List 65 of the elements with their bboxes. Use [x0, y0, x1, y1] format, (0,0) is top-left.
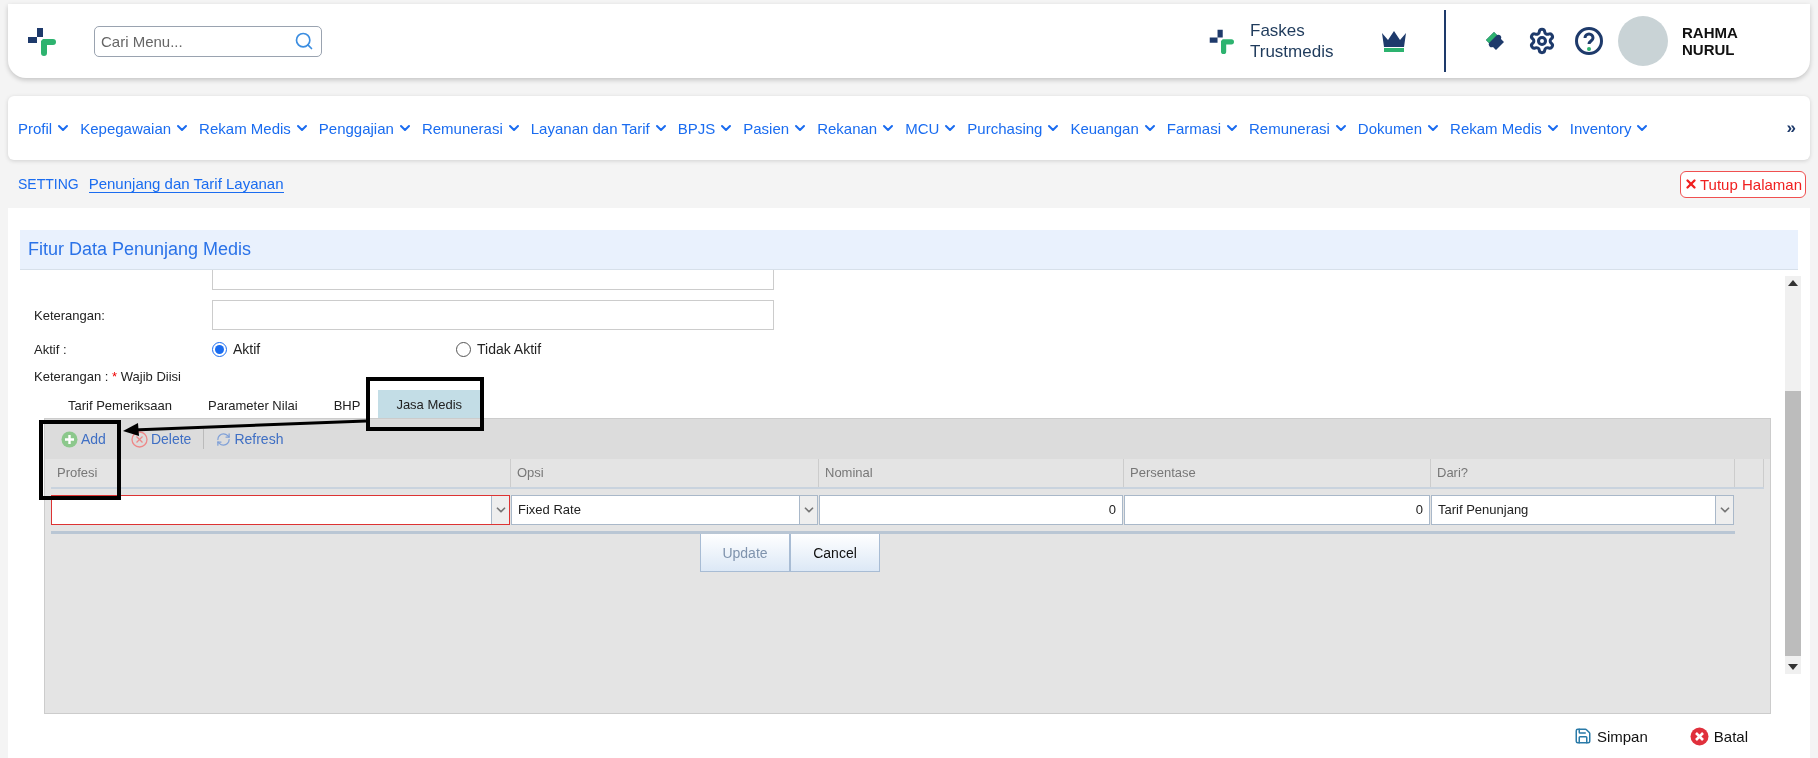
scrollbar[interactable]	[1785, 276, 1801, 674]
footer-button[interactable]: Simpan	[1567, 726, 1654, 746]
nav-menu-item[interactable]: Dokumen	[1357, 119, 1442, 137]
nav-menu-item[interactable]: Pasien	[743, 119, 809, 137]
nav-menu-item[interactable]: MCU	[905, 119, 959, 137]
column-header: Dari?	[1431, 459, 1735, 487]
nav-menu-item[interactable]: Profil	[18, 119, 72, 137]
column-header: Profesi	[51, 459, 511, 487]
combo-field[interactable]: Tarif Penunjang	[1431, 495, 1734, 525]
nav-menu-item[interactable]: Rekam Medis	[199, 119, 310, 137]
facility-logo-icon	[1208, 28, 1234, 54]
tab[interactable]: Jasa Medis	[378, 390, 481, 418]
nav-menu-item[interactable]: Rekam Medis	[1450, 119, 1561, 137]
toolbar-button[interactable]: Add	[57, 428, 110, 450]
logo-icon	[26, 26, 56, 56]
radio-option[interactable]: Aktif	[212, 341, 456, 357]
scroll-down-icon[interactable]	[1788, 664, 1798, 670]
refresh-icon	[216, 431, 232, 447]
nav-menu-item[interactable]: Rekanan	[817, 119, 897, 137]
radio-option[interactable]: Tidak Aktif	[456, 341, 700, 357]
nav-menu-item[interactable]: BPJS	[677, 119, 735, 137]
nav-menu-item[interactable]: Keuangan	[1070, 119, 1158, 137]
column-header: Opsi	[511, 459, 819, 487]
number-field[interactable]: 0	[1124, 495, 1430, 525]
close-page-button[interactable]: Tutup Halaman	[1680, 170, 1806, 198]
number-field[interactable]: 0	[819, 495, 1123, 525]
facility-name: Faskes Trustmedis	[1250, 20, 1335, 62]
nav-menu-item[interactable]: Inventory	[1569, 119, 1651, 137]
nav-menu-item[interactable]: Penggajian	[318, 119, 413, 137]
more-menu-link[interactable]: »	[1786, 118, 1796, 138]
panel-title: Fitur Data Penunjang Medis	[20, 230, 1798, 270]
description-field[interactable]	[212, 300, 774, 330]
cancel-icon	[1689, 726, 1709, 746]
tab[interactable]: Parameter Nilai	[190, 392, 316, 418]
help-icon[interactable]	[1574, 26, 1604, 56]
field-label: Keterangan:	[34, 307, 106, 323]
combo-field[interactable]: Fixed Rate	[511, 495, 818, 525]
tab[interactable]: BHP	[315, 392, 379, 418]
nav-menu-item[interactable]: Farmasi	[1166, 119, 1240, 137]
tab[interactable]: Tarif Pemeriksaan	[50, 392, 191, 418]
breadcrumb-link[interactable]: Penunjang dan Tarif Layanan	[88, 175, 284, 193]
combo-field[interactable]	[51, 495, 510, 525]
plus-icon	[61, 430, 78, 448]
breadcrumb-section: SETTING	[18, 176, 79, 192]
search-icon[interactable]	[294, 30, 314, 51]
nav-menu-item[interactable]: Remunerasi	[1249, 119, 1349, 137]
footer-button[interactable]: Batal	[1683, 725, 1754, 747]
close-icon	[1684, 177, 1698, 191]
search-field[interactable]: Cari Menu...	[94, 25, 322, 57]
save-icon	[1573, 727, 1592, 745]
column-header: Nominal	[819, 459, 1124, 487]
crown-icon[interactable]	[1380, 29, 1408, 53]
row-editor-button[interactable]: Cancel	[790, 534, 880, 572]
settings-icon[interactable]	[1528, 27, 1556, 55]
nav-menu-item[interactable]: Purchasing	[967, 119, 1062, 137]
required-note: Keterangan : * Wajib Diisi	[34, 368, 181, 384]
nav-menu-item[interactable]: Kepegawaian	[80, 119, 191, 137]
nav-menu-item[interactable]: Layanan dan Tarif	[530, 119, 669, 137]
nav-menu-item[interactable]: Remunerasi	[421, 119, 522, 137]
column-header: Persentase	[1124, 459, 1431, 487]
user-name: RAHMA NURUL	[1682, 24, 1739, 58]
field-label: Aktif :	[34, 341, 68, 357]
order-number-field[interactable]	[212, 270, 774, 290]
toolbar-button[interactable]: Refresh	[212, 429, 288, 449]
scroll-up-icon[interactable]	[1788, 280, 1798, 286]
